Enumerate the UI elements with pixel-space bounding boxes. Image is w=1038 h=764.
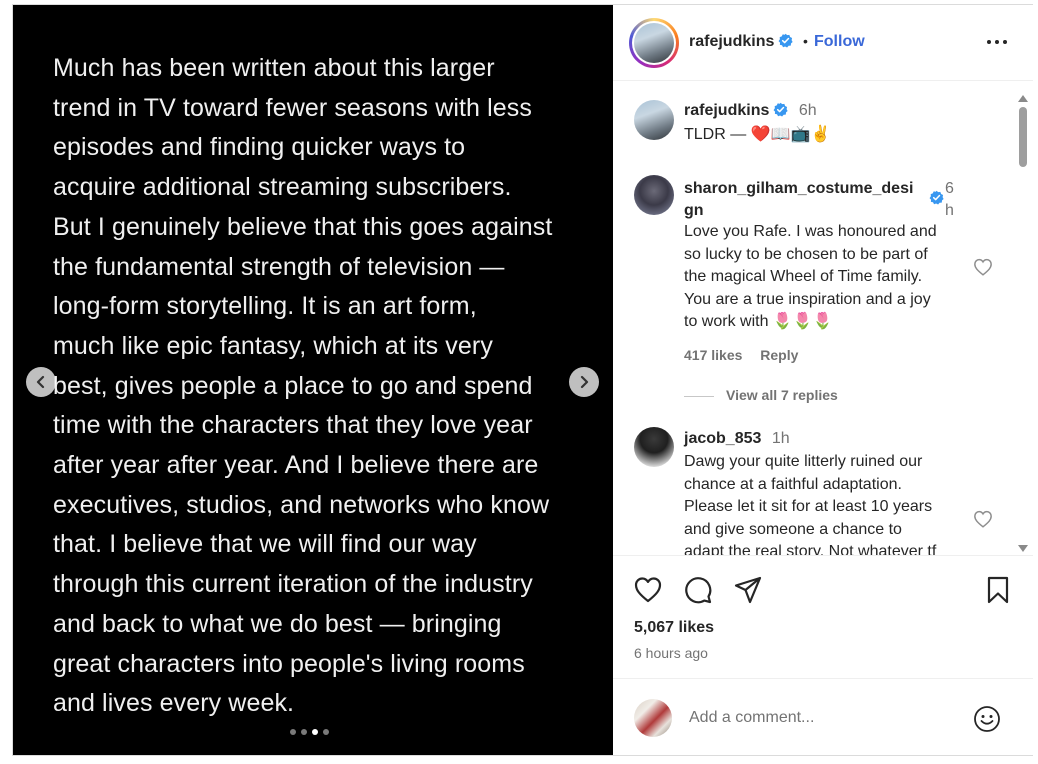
comment-time[interactable]: 1h <box>772 430 790 447</box>
slide-indicator <box>290 729 329 735</box>
slide-dot <box>323 729 329 735</box>
comment-text-line: Love you Rafe. I was honoured and <box>684 223 937 240</box>
media-text-line: through this current iteration of the in… <box>53 570 533 599</box>
comment-text-line: to work with 🌷🌷🌷 <box>684 313 833 331</box>
comment-avatar[interactable] <box>634 427 674 467</box>
post-timestamp[interactable]: 6 hours ago <box>634 645 708 661</box>
media-text-line: acquire additional streaming subscribers… <box>53 173 512 202</box>
author-username-text[interactable]: rafejudkins <box>689 33 774 50</box>
media-text-line: But I genuinely believe that this goes a… <box>53 212 553 241</box>
media-text-line: Much has been written about this larger <box>53 54 495 82</box>
media-text-line: and back to what we do best — bringing <box>53 609 502 638</box>
comments-list[interactable]: rafejudkins 6h TLDR — ❤️📖📺✌️ sharon_gilh… <box>613 82 1033 556</box>
comment-text-line: Dawg your quite litterly ruined our <box>684 453 923 470</box>
add-comment-bar <box>613 678 1033 755</box>
comment-avatar[interactable] <box>634 100 674 140</box>
comment-username[interactable]: rafejudkins <box>684 102 769 119</box>
comment-text-line: chance at a faithful adaptation. <box>684 475 902 493</box>
comment-time[interactable]: 6 <box>945 178 954 200</box>
comment-text: Dawg your quite litterly ruined our chan… <box>684 451 937 556</box>
author-avatar[interactable] <box>629 18 679 68</box>
media-text-line: after year after year. And I believe the… <box>53 451 539 480</box>
like-comment-heart-icon[interactable] <box>973 510 993 528</box>
reply-button[interactable]: Reply <box>760 347 798 363</box>
comments-scrollbar[interactable] <box>1015 91 1029 555</box>
share-icon[interactable] <box>733 575 763 605</box>
media-text-line: the fundamental strength of television — <box>53 252 505 281</box>
verified-badge-icon <box>773 102 788 117</box>
previous-slide-button[interactable] <box>26 367 56 397</box>
media-text-line: trend in TV toward fewer seasons with le… <box>53 93 532 122</box>
comment-text-line: the magical Wheel of Time family. <box>684 268 923 286</box>
media-text-line: that. I believe that we will find our wa… <box>53 530 477 559</box>
post-media: Much has been written about this larger … <box>13 5 613 755</box>
comment-likes[interactable]: 417 likes <box>684 347 742 363</box>
media-text-line: much like epic fantasy, which at its ver… <box>53 331 493 360</box>
comment-username[interactable]: jacob_853 <box>684 430 761 447</box>
post-header: rafejudkins • Follow <box>613 5 1033 81</box>
verified-badge-icon <box>929 190 944 205</box>
slide-dot-active <box>312 729 318 735</box>
chevron-right-icon <box>580 375 589 389</box>
replies-divider <box>684 395 714 397</box>
post-modal: Much has been written about this larger … <box>12 4 1033 756</box>
media-text-line: great characters into people's living ro… <box>53 649 525 678</box>
header-separator: • <box>803 33 808 49</box>
media-text: Much has been written about this larger … <box>53 49 593 724</box>
media-text-line: long-form storytelling. It is an art for… <box>53 292 477 321</box>
scroll-down-arrow-icon[interactable] <box>1018 545 1028 552</box>
scroll-thumb[interactable] <box>1019 107 1027 167</box>
media-text-line: executives, studios, and networks who kn… <box>53 490 550 519</box>
comment-avatar[interactable] <box>634 175 674 215</box>
media-text-line: episodes and finding quicker ways to <box>53 133 466 162</box>
verified-badge-icon <box>778 33 793 48</box>
next-slide-button[interactable] <box>569 367 599 397</box>
comment-username-wrap[interactable]: gn <box>684 200 944 222</box>
more-icon <box>1003 40 1007 44</box>
more-icon <box>987 40 991 44</box>
like-comment-heart-icon[interactable] <box>973 258 993 276</box>
bookmark-icon[interactable] <box>983 575 1013 605</box>
media-text-line: time with the characters that they love … <box>53 411 533 440</box>
post-sidebar: rafejudkins • Follow rafejudkins 6h TLDR… <box>613 5 1033 755</box>
comment-input[interactable] <box>689 705 959 731</box>
comment-text-line: Please let it sit for at least 10 years <box>684 498 933 516</box>
chevron-left-icon <box>36 375 45 389</box>
author-username[interactable]: rafejudkins <box>689 33 793 51</box>
like-heart-icon[interactable] <box>633 575 663 605</box>
more-options-button[interactable] <box>985 31 1009 51</box>
post-actions <box>613 575 1033 609</box>
comment-text-line: You are a true inspiration and a joy <box>684 290 931 308</box>
more-icon <box>995 40 999 44</box>
comment-text-line: and give someone a chance to <box>684 520 902 538</box>
comment-icon[interactable] <box>683 575 713 605</box>
view-replies-button[interactable]: View all 7 replies <box>684 387 838 403</box>
scroll-up-arrow-icon[interactable] <box>1018 95 1028 102</box>
comment-time-wrap[interactable]: h <box>945 200 954 222</box>
comment-time[interactable]: 6h <box>799 102 817 119</box>
comment-meta: 417 likes Reply <box>684 347 812 363</box>
emoji-icon[interactable] <box>973 705 1001 733</box>
comment-text: TLDR — ❤️📖📺✌️ <box>684 126 831 143</box>
comment-username[interactable]: sharon_gilham_costume_desi <box>684 178 944 200</box>
view-replies-label[interactable]: View all 7 replies <box>726 387 838 403</box>
slide-dot <box>301 729 307 735</box>
comment-text-line: so lucky to be chosen to be part of <box>684 245 928 263</box>
comment-text: Love you Rafe. I was honoured and so luc… <box>684 221 937 334</box>
likes-count[interactable]: 5,067 likes <box>634 619 714 637</box>
comment-text-line: adapt the real story. Not whatever tf <box>684 543 937 556</box>
follow-button[interactable]: Follow <box>814 33 865 51</box>
slide-dot <box>290 729 296 735</box>
media-text-line: best, gives people a place to go and spe… <box>53 371 533 400</box>
current-user-avatar <box>634 699 672 737</box>
media-text-line: and lives every week. <box>53 689 295 718</box>
